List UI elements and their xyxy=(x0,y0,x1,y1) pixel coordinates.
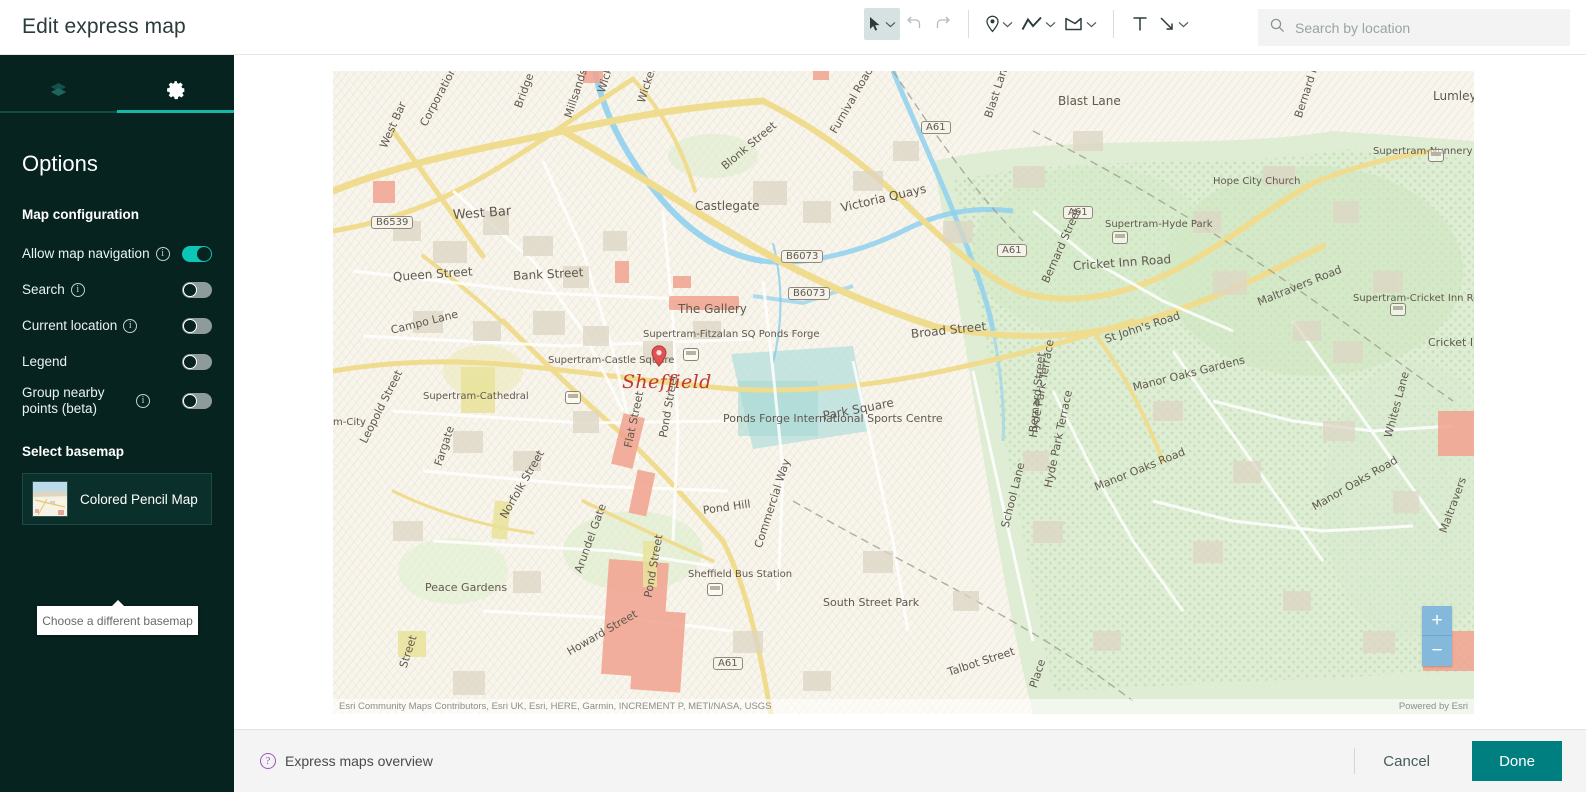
done-button[interactable]: Done xyxy=(1472,741,1562,781)
area-tool[interactable] xyxy=(1060,8,1101,40)
toggle-allow-map-navigation[interactable] xyxy=(182,246,212,262)
select-basemap-heading: Select basemap xyxy=(22,444,125,459)
powered-by-esri: Powered by Esri xyxy=(1398,701,1468,712)
map-attribution-bar: Esri Community Maps Contributors, Esri U… xyxy=(333,699,1474,714)
top-toolbar: Edit express map xyxy=(0,0,1586,55)
chevron-down-icon[interactable] xyxy=(1045,21,1056,28)
text-tool[interactable] xyxy=(1126,8,1154,40)
info-icon[interactable]: i xyxy=(136,394,150,408)
gear-icon xyxy=(166,80,186,100)
arrow-tool[interactable] xyxy=(1154,8,1193,40)
option-label: Legend xyxy=(22,354,68,370)
tab-underline xyxy=(117,110,234,113)
tram-station-icon xyxy=(565,391,581,404)
line-tool[interactable] xyxy=(1017,8,1060,40)
tram-station-icon xyxy=(683,348,699,361)
toggle-search[interactable] xyxy=(182,282,212,298)
express-map[interactable]: Wicker Wicker Blast Lane Lumley Bridge Stree… xyxy=(333,71,1474,714)
toggle-group-nearby-points[interactable] xyxy=(182,393,212,409)
tab-layers[interactable] xyxy=(0,55,117,113)
search-icon xyxy=(1270,18,1285,38)
option-row-current-location: Current location i xyxy=(22,308,212,344)
tab-options[interactable] xyxy=(117,55,234,113)
chevron-down-icon[interactable] xyxy=(1178,21,1189,28)
chevron-down-icon[interactable] xyxy=(1002,21,1013,28)
map-road-shield: A61 xyxy=(921,121,951,134)
info-icon[interactable]: i xyxy=(123,319,138,333)
basemap-card[interactable]: Colored Pencil Map xyxy=(22,473,212,525)
tram-station-icon xyxy=(1390,303,1406,316)
tram-station-icon xyxy=(1112,231,1128,244)
option-label: Search xyxy=(22,282,65,298)
chevron-down-icon[interactable] xyxy=(1086,21,1097,28)
zoom-in-button[interactable]: + xyxy=(1422,606,1452,636)
info-icon[interactable]: i xyxy=(70,283,85,297)
express-maps-overview-link[interactable]: ? Express maps overview xyxy=(260,753,433,769)
option-label: Current location xyxy=(22,318,118,334)
map-road-shield: A61 xyxy=(713,657,743,670)
zoom-out-button[interactable]: − xyxy=(1422,636,1452,666)
map-canvas-area[interactable]: Wicker Wicker Blast Lane Lumley Bridge Stree… xyxy=(234,55,1586,729)
option-row-group-nearby-points: Group nearby points (beta) i xyxy=(22,380,212,422)
toolbar-divider xyxy=(968,10,969,38)
undo-button[interactable] xyxy=(900,8,928,40)
drawing-toolbar xyxy=(864,8,1193,40)
basemap-tiles xyxy=(333,71,1474,714)
map-configuration-heading: Map configuration xyxy=(22,207,139,222)
option-label: Group nearby points (beta) xyxy=(22,385,105,416)
option-label: Allow map navigation xyxy=(22,246,150,262)
attribution-text: Esri Community Maps Contributors, Esri U… xyxy=(339,701,772,712)
map-city-label: Sheffield xyxy=(622,371,712,393)
map-road-shield: B6539 xyxy=(371,216,414,229)
options-sidebar: Options Map configuration Allow map navi… xyxy=(0,55,234,792)
toggle-legend[interactable] xyxy=(182,354,212,370)
help-link-label: Express maps overview xyxy=(285,753,433,769)
toggle-current-location[interactable] xyxy=(182,318,212,334)
location-search[interactable] xyxy=(1258,9,1570,46)
basemap-name: Colored Pencil Map xyxy=(80,491,198,507)
layers-icon xyxy=(49,81,68,99)
panel-title: Options xyxy=(22,151,98,176)
sidebar-tabs xyxy=(0,55,234,113)
map-configuration-list: Allow map navigation i Search i Current … xyxy=(0,236,234,422)
page-title: Edit express map xyxy=(22,15,186,38)
search-input[interactable] xyxy=(1295,19,1558,36)
toolbar-divider xyxy=(1113,10,1114,38)
map-road-shield: A61 xyxy=(997,244,1027,257)
map-road-shield: B6073 xyxy=(788,287,831,300)
map-pin-marker[interactable] xyxy=(651,345,667,367)
zoom-controls: + − xyxy=(1422,606,1452,666)
tab-underline xyxy=(0,111,117,113)
redo-button[interactable] xyxy=(928,8,956,40)
basemap-tooltip: Choose a different basemap xyxy=(37,600,198,635)
tooltip-text: Choose a different basemap xyxy=(42,613,193,628)
info-icon[interactable]: i xyxy=(155,247,170,261)
point-tool[interactable] xyxy=(981,8,1017,40)
map-road-shield: A61 xyxy=(1063,206,1093,219)
cancel-button[interactable]: Cancel xyxy=(1355,730,1458,792)
select-tool[interactable] xyxy=(864,8,900,40)
express-map-editor: Edit express map Search by location Opti… xyxy=(0,0,1586,792)
dialog-footer: ? Express maps overview Cancel Done xyxy=(234,729,1586,792)
map-road-shield: B6073 xyxy=(781,250,824,263)
basemap-thumbnail xyxy=(32,481,68,517)
option-row-allow-map-navigation: Allow map navigation i xyxy=(22,236,212,272)
footer-actions: Cancel Done xyxy=(1354,730,1586,792)
tram-station-icon xyxy=(707,583,723,596)
tooltip-arrow xyxy=(111,600,124,606)
question-circle-icon: ? xyxy=(260,753,276,769)
option-row-legend: Legend xyxy=(22,344,212,380)
tram-station-icon xyxy=(1428,149,1444,162)
chevron-down-icon[interactable] xyxy=(885,21,896,28)
option-row-search: Search i xyxy=(22,272,212,308)
